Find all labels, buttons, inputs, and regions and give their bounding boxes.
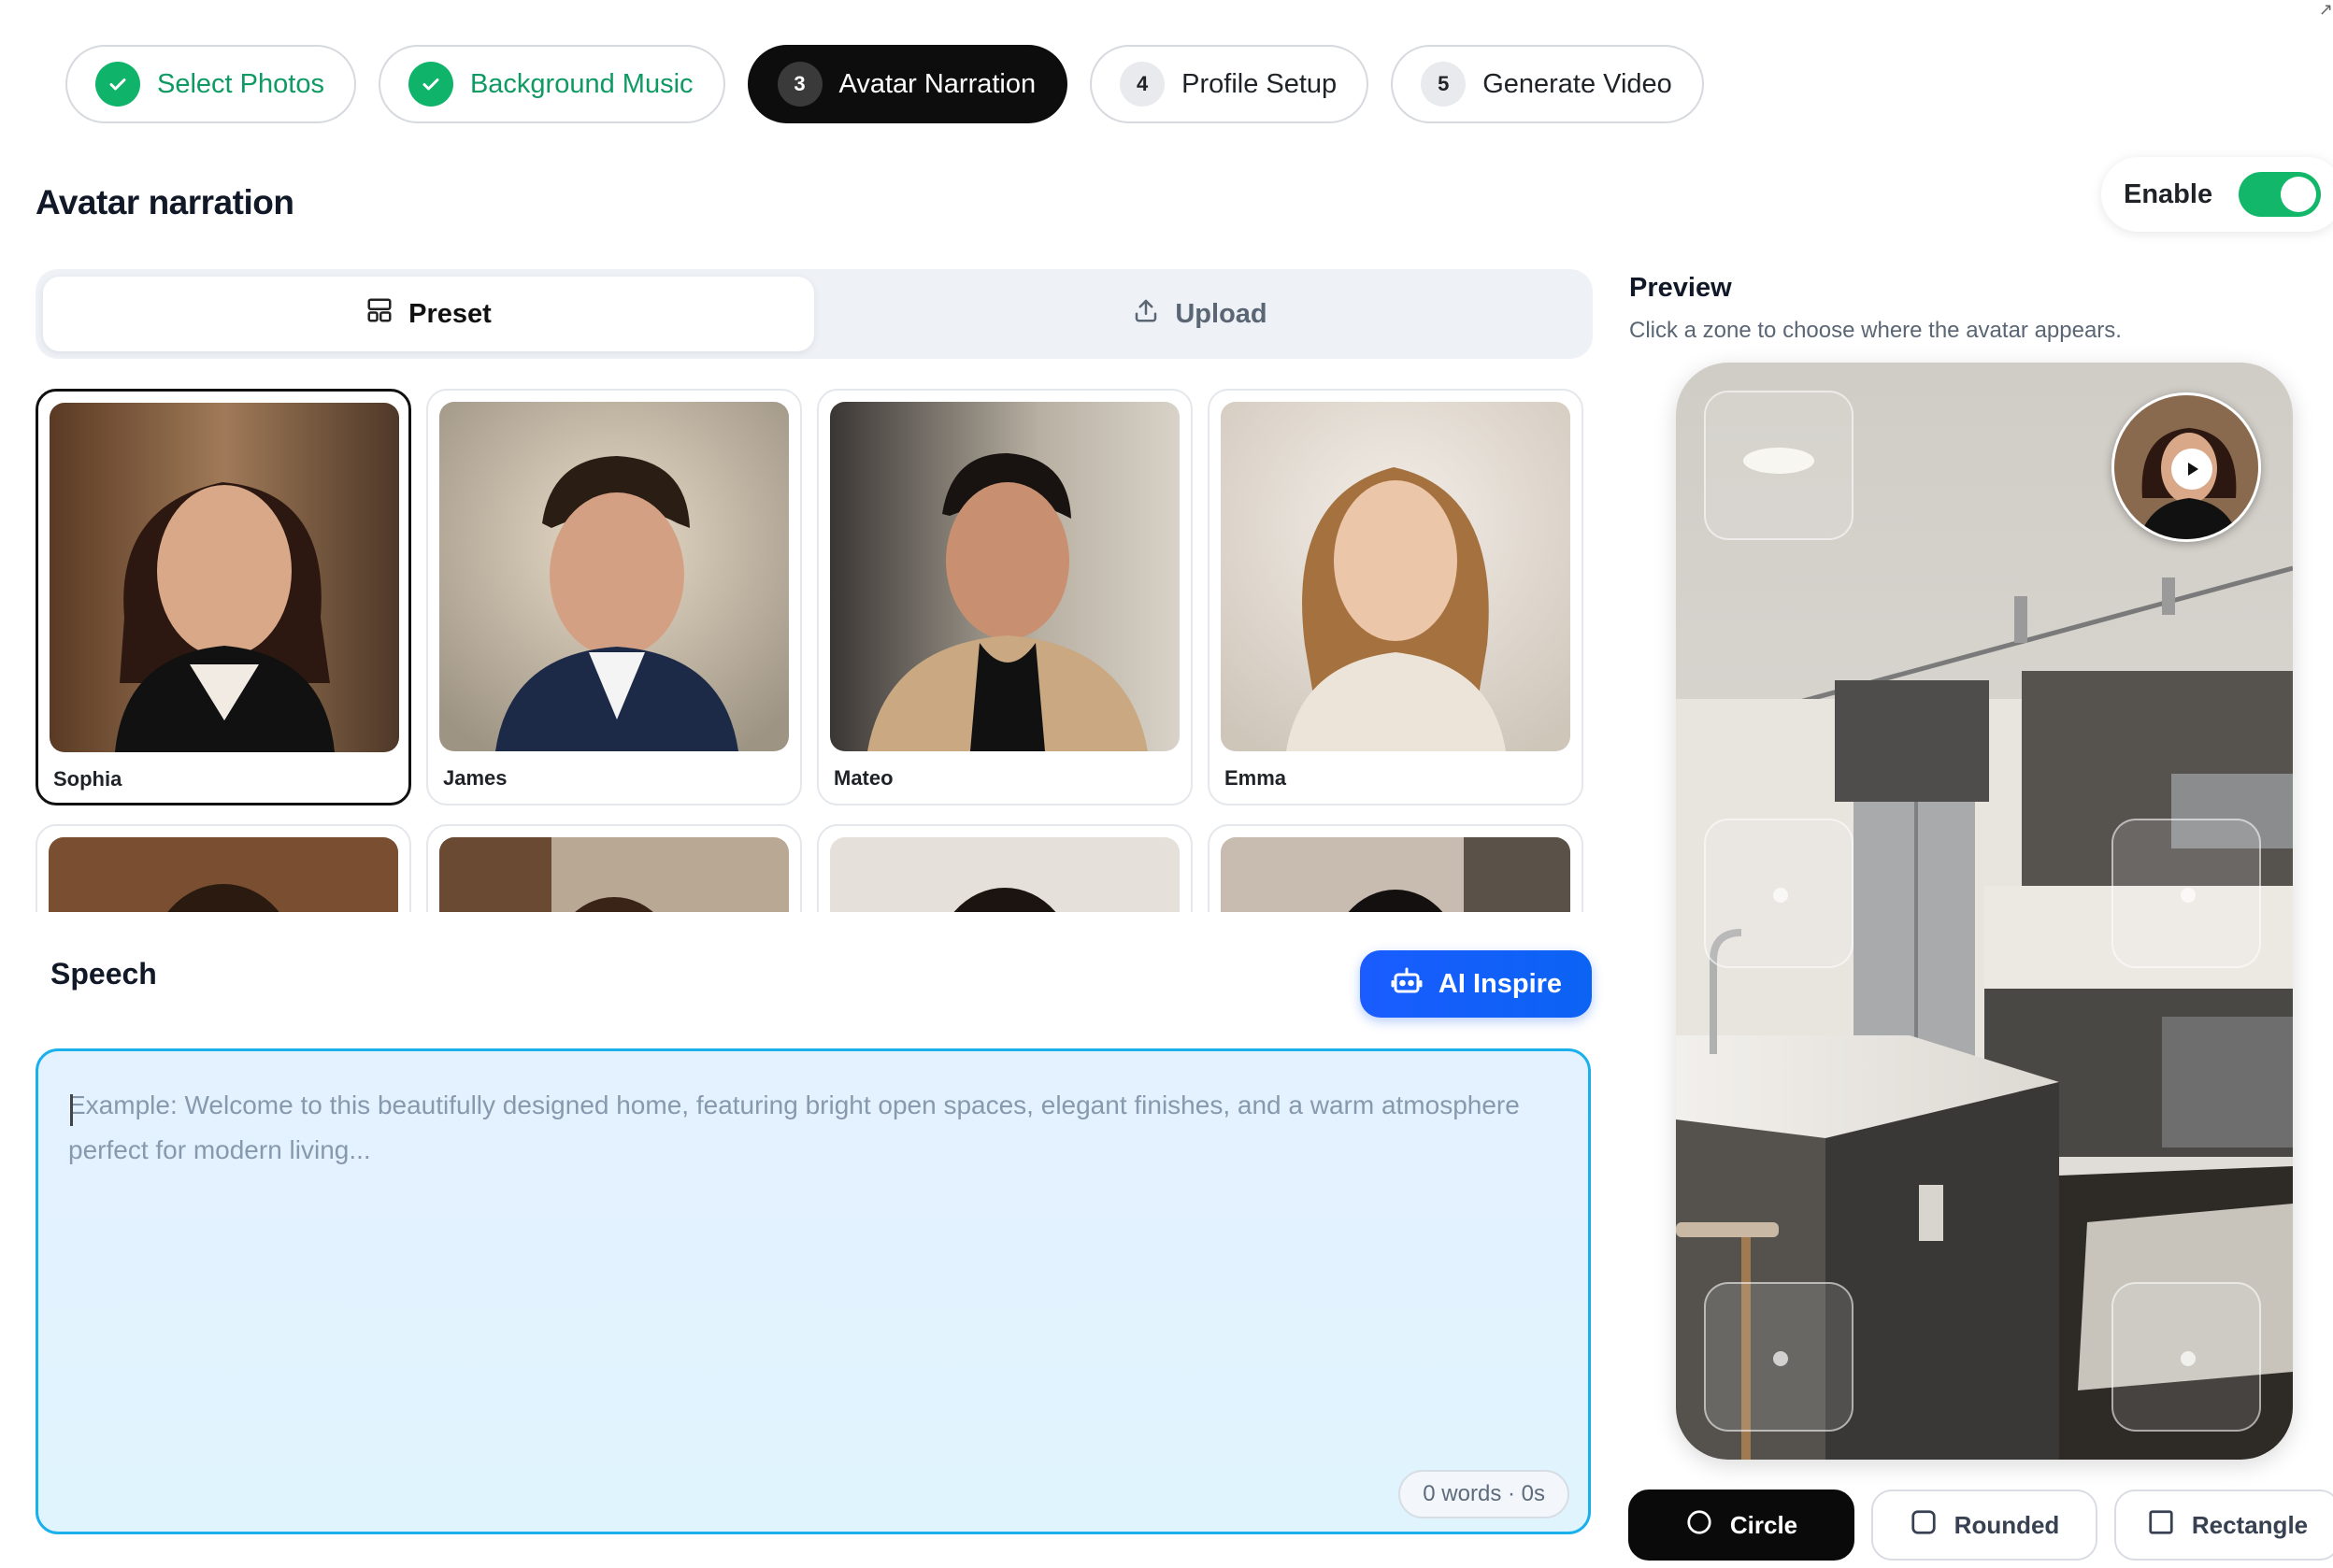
check-icon <box>95 62 140 107</box>
ai-inspire-button[interactable]: AI Inspire <box>1360 950 1592 1018</box>
layout-icon <box>365 296 394 332</box>
position-zone-bottom-left[interactable] <box>1704 1282 1854 1432</box>
shape-circle-button[interactable]: Circle <box>1628 1490 1854 1561</box>
word-counter: 0 words · 0s <box>1398 1470 1569 1518</box>
shape-rectangle-label: Rectangle <box>2191 1510 2309 1539</box>
upload-icon <box>1132 296 1160 332</box>
step-label: Profile Setup <box>1181 68 1338 99</box>
page-title: Avatar narration <box>36 183 294 221</box>
avatar-photo <box>830 837 1180 912</box>
avatar-photo <box>50 403 399 752</box>
position-zone-middle-right[interactable] <box>2111 819 2261 968</box>
avatar-card[interactable] <box>36 824 411 912</box>
square-icon <box>2147 1508 2175 1543</box>
step-label: Avatar Narration <box>838 68 1037 99</box>
position-zone-bottom-right[interactable] <box>2111 1282 2261 1432</box>
enable-control: Enable <box>2101 157 2333 232</box>
zone-dot <box>2181 1351 2196 1366</box>
step-generate-video[interactable]: 5 Generate Video <box>1391 45 1704 123</box>
shape-rounded-label: Rounded <box>1954 1510 2060 1539</box>
avatar-photo <box>830 402 1180 751</box>
speech-box: 0 words · 0s <box>36 1048 1591 1534</box>
preview-subtitle: Click a zone to choose where the avatar … <box>1629 318 2122 343</box>
enable-toggle[interactable] <box>2239 172 2322 217</box>
shape-circle-label: Circle <box>1729 1510 1798 1539</box>
avatar-name: Emma <box>1224 766 1287 790</box>
avatar-name: Mateo <box>834 766 894 790</box>
avatar-card[interactable] <box>817 824 1193 912</box>
text-caret <box>70 1094 73 1126</box>
zone-dot <box>1773 888 1788 903</box>
preview-frame <box>1676 363 2293 1460</box>
tab-upload[interactable]: Upload <box>814 277 1585 351</box>
step-label: Select Photos <box>157 68 324 99</box>
toggle-knob <box>2281 177 2317 212</box>
tab-preset-label: Preset <box>408 298 492 329</box>
tab-preset[interactable]: Preset <box>43 277 814 351</box>
circle-icon <box>1685 1508 1713 1543</box>
zone-dot <box>1773 1351 1788 1366</box>
speech-label: Speech <box>50 957 157 991</box>
avatar-photo <box>49 837 398 912</box>
step-number: 5 <box>1421 62 1467 107</box>
enable-label: Enable <box>2124 178 2213 209</box>
avatar-card-emma[interactable]: Emma <box>1208 389 1583 805</box>
avatar-name: Sophia <box>53 767 122 791</box>
avatar-card[interactable] <box>426 824 802 912</box>
avatar-card-mateo[interactable]: Mateo <box>817 389 1193 805</box>
step-avatar-narration[interactable]: 3 Avatar Narration <box>747 45 1068 123</box>
ai-inspire-label: AI Inspire <box>1438 968 1563 999</box>
shape-rounded-button[interactable]: Rounded <box>1871 1490 2097 1561</box>
avatar-shape-selector: Circle Rounded Rectangle <box>1628 1490 2333 1561</box>
check-icon <box>408 62 453 107</box>
speech-input[interactable] <box>68 1083 1558 1438</box>
tab-upload-label: Upload <box>1175 298 1267 329</box>
shape-rectangle-button[interactable]: Rectangle <box>2114 1490 2333 1561</box>
step-number: 3 <box>777 62 823 107</box>
step-background-music[interactable]: Background Music <box>378 45 725 123</box>
avatar-card[interactable] <box>1208 824 1583 912</box>
robot-icon <box>1390 963 1424 1005</box>
step-label: Generate Video <box>1482 68 1672 99</box>
stepper: Select Photos Background Music 3 Avatar … <box>65 45 1704 123</box>
avatar-photo <box>1221 837 1570 912</box>
avatar-photo <box>1221 402 1570 751</box>
avatar-grid: Sophia James Mateo Emma <box>36 389 1593 912</box>
avatar-photo <box>439 837 789 912</box>
avatar-name: James <box>443 766 508 790</box>
avatar-card-sophia[interactable]: Sophia <box>36 389 411 805</box>
rounded-square-icon <box>1910 1508 1938 1543</box>
step-label: Background Music <box>469 68 694 99</box>
step-select-photos[interactable]: Select Photos <box>65 45 356 123</box>
position-zone-top-left[interactable] <box>1704 391 1854 540</box>
step-number: 4 <box>1120 62 1166 107</box>
position-zone-middle-left[interactable] <box>1704 819 1854 968</box>
avatar-photo <box>439 402 789 751</box>
step-profile-setup[interactable]: 4 Profile Setup <box>1090 45 1369 123</box>
source-tabs: Preset Upload <box>36 269 1593 359</box>
play-icon[interactable] <box>2171 449 2212 490</box>
corner-icon: ↗ <box>2318 0 2333 19</box>
preview-title: Preview <box>1629 273 1732 303</box>
avatar-card-james[interactable]: James <box>426 389 802 805</box>
zone-dot <box>2181 888 2196 903</box>
